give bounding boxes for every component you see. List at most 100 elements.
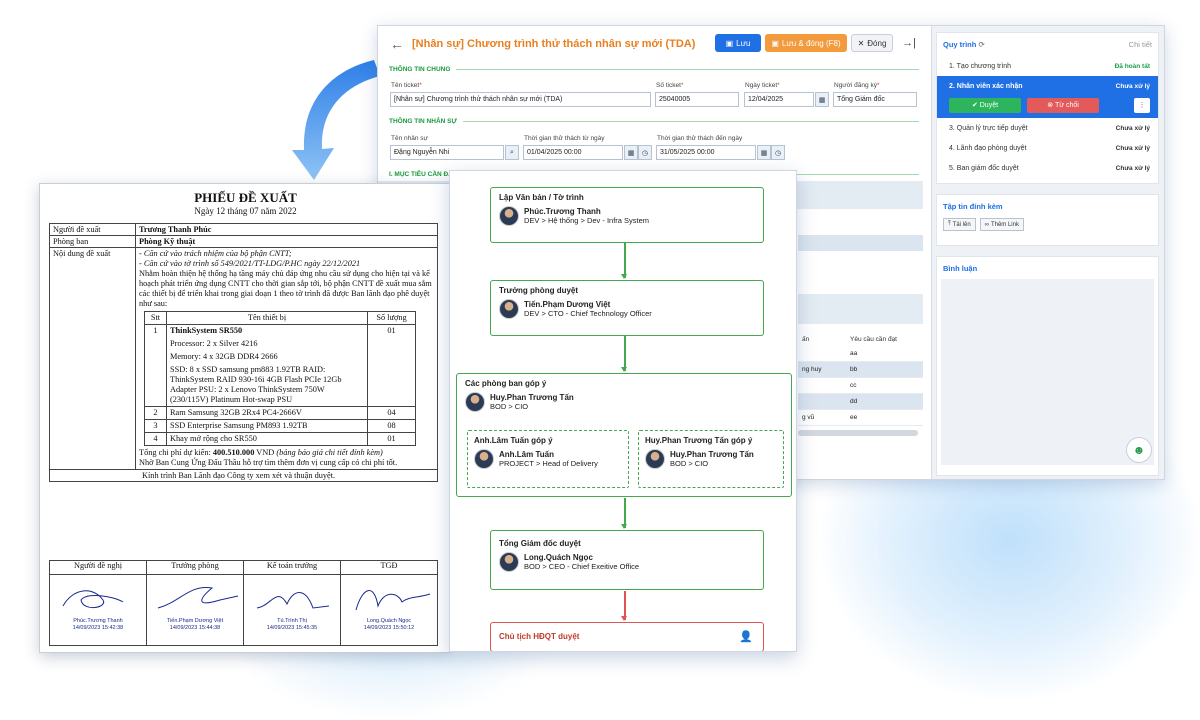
subnode-anh[interactable]: Anh.Lâm Tuấn góp ý Anh.Lâm Tuấn PROJECT >… <box>467 430 629 488</box>
exit-icon[interactable]: →| <box>898 34 920 52</box>
table-row[interactable]: ng huy bb <box>798 362 923 378</box>
back-arrow-icon[interactable]: ← <box>390 36 412 52</box>
comments-card: Bình luận ☻ <box>936 256 1159 476</box>
signer-time: 14/09/2023 15:42:38 <box>72 624 124 631</box>
search-icon[interactable]: ⌕ <box>505 145 519 160</box>
signer-role: Kế toán trưởng <box>243 560 341 575</box>
ticket-no-input[interactable]: 25040005 <box>655 92 739 107</box>
person-role: PROJECT > Head of Delivery <box>499 459 598 468</box>
reject-button[interactable]: ⊗ Từ chối <box>1027 97 1099 113</box>
node-consult[interactable]: Các phòng ban góp ý Huy.Phan Trương Tấn B… <box>456 373 792 497</box>
to-date-input[interactable]: 31/05/2025 00:00 <box>656 145 756 160</box>
grid-cell: aa <box>850 350 858 357</box>
avatar <box>499 206 519 226</box>
page-title: [Nhân sự] Chương trình thử thách nhân sự… <box>412 37 696 50</box>
item-stt: 4 <box>144 432 167 446</box>
add-link-button[interactable]: ∞ Thêm Link <box>979 218 1024 231</box>
subnode-huy[interactable]: Huy.Phan Trương Tấn góp ý Huy.Phan Trươn… <box>638 430 784 488</box>
grid-cell: bb <box>850 366 858 373</box>
signature-cell: Phúc.Trương Thanh 14/09/2023 15:42:38 <box>49 574 147 646</box>
node-ceo[interactable]: Tổng Giám đốc duyệt Long.Quách Ngọc BOD >… <box>490 530 764 590</box>
horizontal-scrollbar[interactable] <box>798 430 918 436</box>
node-chairman[interactable]: Chủ tịch HĐQT duyệt 👤 <box>490 622 764 651</box>
save-button[interactable]: ▣ Lưu <box>715 34 761 52</box>
signature-image <box>256 592 330 609</box>
document-date: Ngày 12 tháng 07 năm 2022 <box>194 206 297 216</box>
section-general-text: THÔNG TIN CHUNG <box>389 66 451 73</box>
signature-table: Người đề nghị Trưởng phòng Kế toán trưởng T… <box>49 560 438 646</box>
step-label: 5. Ban giám đốc duyệt <box>949 164 1019 172</box>
avatar <box>499 299 519 319</box>
staff-name-label: Tên nhân sự <box>391 135 428 142</box>
ticket-name-input[interactable]: [Nhân sự] Chương trình thử thách nhân sự… <box>390 92 651 107</box>
node-dept-head[interactable]: Trưởng phòng duyệt Tiến.Phạm Dương Việt D… <box>490 280 764 336</box>
node-draft[interactable]: Lập Văn bản / Tờ trình Phúc.Trương Thanh… <box>490 187 764 243</box>
process-step[interactable]: 3. Quản lý trực tiếp duyệt Chưa xử lý <box>937 118 1158 138</box>
approve-label: Duyệt <box>979 101 999 109</box>
signature-cell: Long.Quách Ngọc 14/09/2023 15:50:12 <box>340 574 438 646</box>
process-step[interactable]: 4. Lãnh đạo phòng duyệt Chưa xử lý <box>937 138 1158 158</box>
step-label: 4. Lãnh đạo phòng duyệt <box>949 144 1027 152</box>
ticket-name-label-text: Tên ticket <box>391 82 420 89</box>
save-close-button[interactable]: ▣ Lưu & đóng (F8) <box>765 34 847 52</box>
equipment-table: Stt Tên thiết bị Số lượng 1 ThinkSystem S… <box>144 311 416 446</box>
close-button[interactable]: ✕ Đóng <box>851 34 893 52</box>
section-staff-text: THÔNG TIN NHÂN SỰ <box>389 118 457 125</box>
grid-row-highlight <box>798 235 923 251</box>
signer-time: 14/09/2023 15:45:35 <box>266 624 318 631</box>
item-name: SSD Enterprise Samsung PM893 1.92TB <box>170 421 308 430</box>
approve-button[interactable]: ✔ Duyệt <box>949 97 1021 113</box>
process-step[interactable]: 2. Nhân viên xác nhận Chưa xử lý <box>937 76 1158 96</box>
col-name: Tên thiết bị <box>166 311 368 325</box>
add-link-label: Thêm Link <box>990 221 1019 228</box>
calendar-icon[interactable]: ▦ <box>815 92 829 107</box>
process-step[interactable]: 1. Tạo chương trình Đã hoàn tất <box>937 56 1158 76</box>
total-note: (bảng báo giá chi tiết đính kèm) <box>276 448 383 457</box>
closing-line: Kính trình Ban Lãnh đạo Công ty xem xét … <box>49 469 438 482</box>
registrant-input[interactable]: Tổng Giám đốc <box>833 92 917 107</box>
grid-header-cell: Yêu cầu cần đạt <box>850 336 897 343</box>
table-row[interactable]: aa <box>798 346 923 362</box>
upload-button[interactable]: ⤒ Tải lên <box>943 218 976 231</box>
ticket-date-label-text: Ngày ticket <box>745 82 778 89</box>
signer-role: Trưởng phòng <box>146 560 244 575</box>
table-row[interactable]: cc <box>798 378 923 394</box>
person-name: Phúc.Trương Thanh <box>524 207 601 216</box>
total-value: 400.510.000 <box>212 448 255 457</box>
cancel-icon: ⊗ <box>1047 102 1056 109</box>
node-title: Trưởng phòng duyệt <box>499 286 579 295</box>
signer-time: 14/09/2023 15:50:12 <box>363 624 415 631</box>
from-date-input[interactable]: 01/04/2025 00:00 <box>523 145 623 160</box>
save-icon: ▣ <box>771 38 779 48</box>
dept-label: Phòng ban <box>49 235 136 248</box>
signer-role: Người đề nghị <box>49 560 147 575</box>
clock-icon[interactable]: ◷ <box>638 145 652 160</box>
staff-name-input[interactable]: Đặng Nguyễn Nhi <box>390 145 504 160</box>
ticket-date-label: Ngày ticket* <box>745 82 780 89</box>
clock-icon[interactable]: ◷ <box>771 145 785 160</box>
person-name: Tiến.Phạm Dương Việt <box>524 300 611 309</box>
chatbot-icon[interactable]: ☻ <box>1126 437 1152 463</box>
table-row[interactable]: g vũ ee <box>798 410 923 426</box>
process-step[interactable]: 5. Ban giám đốc duyệt Chưa xử lý <box>937 158 1158 178</box>
intro-paragraph: Nhằm hoàn thiện hệ thống hạ tầng máy chủ… <box>139 269 432 308</box>
item-qty: 04 <box>367 406 416 420</box>
comments-area[interactable] <box>941 279 1154 465</box>
flow-arrow <box>621 591 627 621</box>
calendar-icon[interactable]: ▦ <box>624 145 638 160</box>
person-role: BOD > CEO - Chief Exeitive Office <box>524 562 640 571</box>
calendar-icon[interactable]: ▦ <box>757 145 771 160</box>
node-title: Các phòng ban góp ý <box>465 379 547 388</box>
refresh-icon[interactable]: ⟳ <box>978 40 984 49</box>
workflow-diagram: Lập Văn bản / Tờ trình Phúc.Trương Thanh… <box>449 170 797 652</box>
basis-line: - Căn cứ vào trách nhiệm của bộ phận CNT… <box>139 249 292 258</box>
more-icon[interactable]: ⋮ <box>1134 97 1150 113</box>
ticket-date-input[interactable]: 12/04/2025 <box>744 92 814 107</box>
avatar <box>465 392 485 412</box>
table-row[interactable]: dd <box>798 394 923 410</box>
equipment-row: 4 Khay mở rộng cho SR550 01 <box>144 432 416 446</box>
node-title: Chủ tịch HĐQT duyệt <box>499 632 580 641</box>
user-icon: 👤 <box>739 631 753 643</box>
detail-link[interactable]: Chi tiết <box>1129 40 1152 49</box>
attachments-title: Tập tin đính kèm <box>943 202 1003 211</box>
